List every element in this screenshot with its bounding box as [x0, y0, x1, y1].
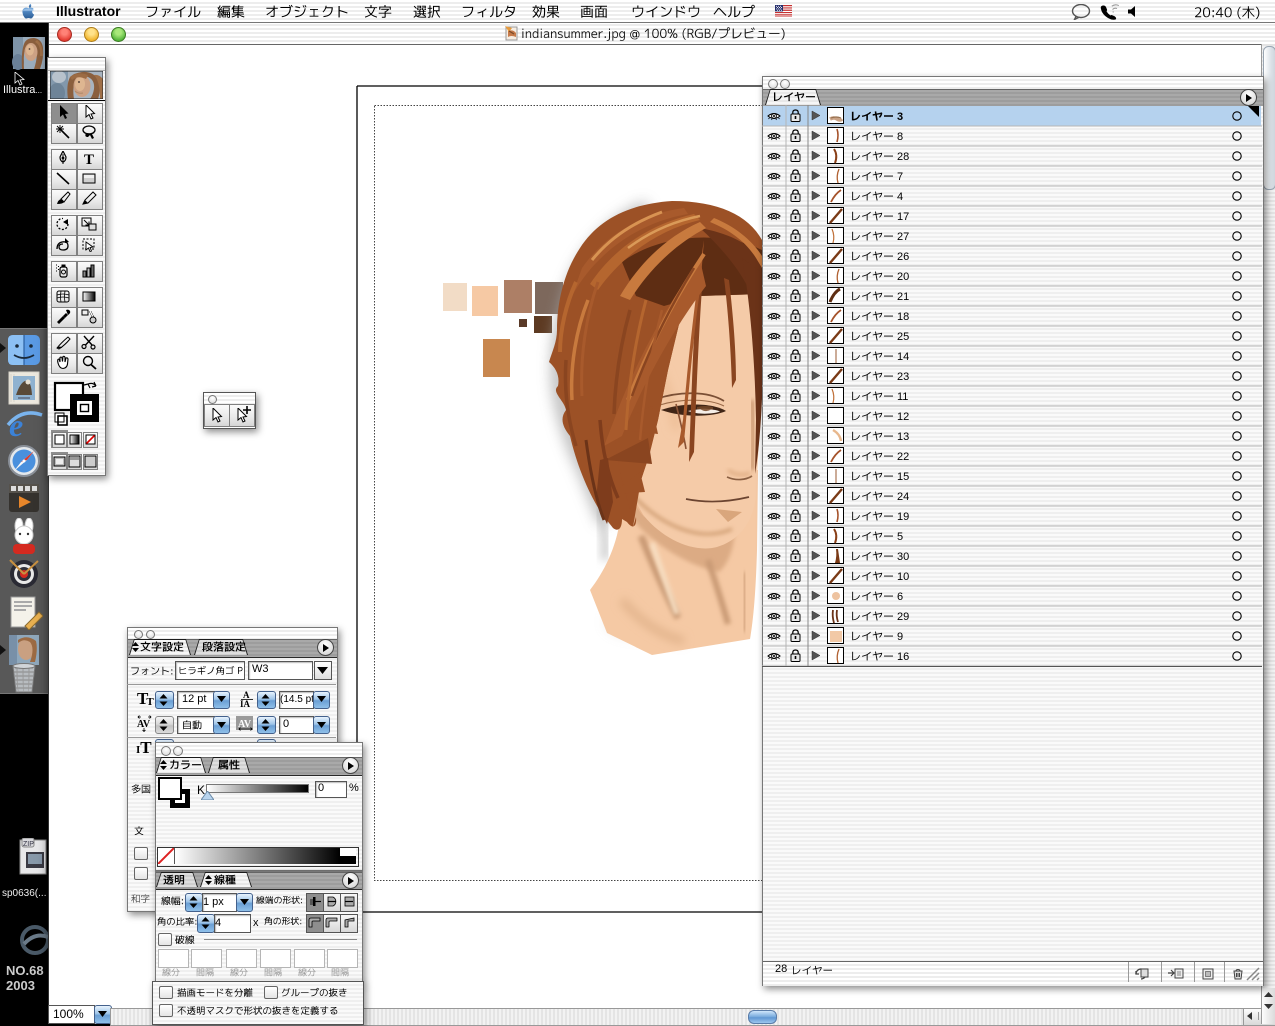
svg-text:23: 23 — [897, 371, 909, 383]
svg-text:10: 10 — [897, 571, 909, 583]
svg-text:27: 27 — [897, 231, 909, 243]
svg-text:29: 29 — [897, 611, 909, 623]
svg-text:19: 19 — [897, 511, 909, 523]
svg-text:25: 25 — [897, 331, 909, 343]
svg-text:24: 24 — [897, 491, 909, 503]
svg-text:T: T — [84, 152, 94, 166]
svg-text:22: 22 — [897, 451, 909, 463]
svg-text:17: 17 — [897, 211, 909, 223]
svg-text:15: 15 — [897, 471, 909, 483]
svg-text:13: 13 — [897, 431, 909, 443]
svg-text:28: 28 — [897, 151, 909, 163]
svg-text:20: 20 — [897, 271, 909, 283]
svg-text:30: 30 — [897, 551, 909, 563]
svg-text:16: 16 — [897, 651, 909, 663]
svg-text:9: 9 — [897, 631, 903, 643]
svg-text:18: 18 — [897, 311, 909, 323]
svg-text:5: 5 — [897, 531, 903, 543]
svg-text:12: 12 — [897, 411, 909, 423]
svg-text:8: 8 — [897, 131, 903, 143]
svg-text:14: 14 — [897, 351, 909, 363]
svg-text:3: 3 — [897, 111, 903, 123]
svg-text:IA: IA — [240, 699, 251, 708]
svg-text:11: 11 — [897, 391, 908, 403]
svg-text:4: 4 — [897, 191, 903, 203]
svg-text:6: 6 — [897, 591, 903, 603]
svg-text:7: 7 — [897, 171, 903, 183]
svg-text:26: 26 — [897, 251, 909, 263]
svg-text:21: 21 — [897, 291, 909, 303]
